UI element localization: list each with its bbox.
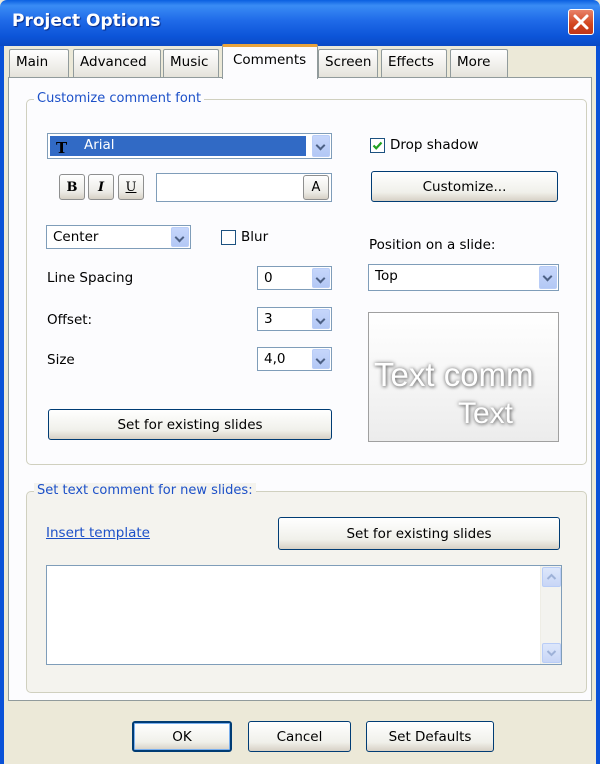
- close-button[interactable]: [568, 9, 594, 35]
- bold-button[interactable]: B: [59, 174, 85, 200]
- scroll-down-button[interactable]: [542, 643, 561, 663]
- window-title: Project Options: [12, 11, 161, 31]
- italic-label: I: [97, 179, 105, 195]
- cancel-button[interactable]: Cancel: [248, 721, 351, 752]
- window-border-right: [596, 46, 600, 764]
- drop-shadow-checkbox[interactable]: [370, 138, 385, 153]
- tab-label: Effects: [388, 54, 434, 70]
- tab-label: Advanced: [80, 54, 147, 70]
- tab-effects[interactable]: Effects: [381, 49, 447, 78]
- tab-label: Screen: [325, 54, 372, 70]
- font-group-legend: Customize comment font: [34, 91, 205, 106]
- set-text-existing-slides-button[interactable]: Set for existing slides: [278, 517, 560, 550]
- comment-textarea[interactable]: [46, 565, 562, 665]
- preview-line-1: Text comm: [374, 356, 534, 393]
- offset-select[interactable]: 3: [257, 307, 332, 331]
- underline-button[interactable]: U: [118, 174, 144, 200]
- set-font-existing-slides-button[interactable]: Set for existing slides: [48, 409, 332, 440]
- offset-value: 3: [264, 311, 273, 327]
- customize-shadow-button[interactable]: Customize...: [371, 171, 558, 202]
- set-defaults-button-label: Set Defaults: [388, 728, 472, 745]
- line-spacing-label: Line Spacing: [47, 270, 134, 286]
- italic-button[interactable]: I: [88, 174, 114, 200]
- text-comment-group-legend: Set text comment for new slides:: [34, 483, 256, 498]
- font-color-button[interactable]: A: [303, 175, 329, 200]
- close-icon: [573, 14, 589, 30]
- tab-more[interactable]: More: [450, 49, 508, 78]
- size-value: 4,0: [264, 351, 286, 367]
- tab-advanced[interactable]: Advanced: [73, 49, 161, 78]
- drop-shadow-label: Drop shadow: [390, 137, 479, 153]
- insert-template-link[interactable]: Insert template: [46, 525, 150, 541]
- tab-comments[interactable]: Comments: [222, 44, 318, 79]
- set-defaults-button[interactable]: Set Defaults: [366, 721, 494, 752]
- underline-label: U: [125, 179, 137, 195]
- chevron-down-icon[interactable]: [312, 135, 330, 157]
- position-select-value: Top: [375, 268, 398, 284]
- set-text-existing-slides-label: Set for existing slides: [346, 525, 492, 542]
- tab-label: More: [457, 54, 491, 70]
- scroll-up-button[interactable]: [542, 567, 561, 587]
- window-border-left: [0, 46, 4, 764]
- size-select[interactable]: 4,0: [257, 347, 332, 371]
- font-color-button-label: A: [311, 180, 321, 195]
- offset-label: Offset:: [47, 312, 93, 328]
- preview-line-2: Text: [458, 397, 514, 430]
- blur-label: Blur: [241, 229, 269, 245]
- alignment-select[interactable]: Center: [46, 225, 191, 249]
- chevron-down-icon[interactable]: [312, 349, 330, 369]
- font-select-value: Arial: [84, 137, 115, 153]
- tab-screen[interactable]: Screen: [318, 49, 378, 78]
- chevron-down-icon: [546, 650, 557, 657]
- blur-checkbox[interactable]: [221, 230, 236, 245]
- chevron-up-icon: [546, 573, 557, 580]
- tab-label: Main: [16, 54, 49, 70]
- ok-button-label: OK: [172, 728, 192, 745]
- position-select[interactable]: Top: [368, 264, 559, 291]
- chevron-down-icon[interactable]: [312, 309, 330, 329]
- bold-label: B: [66, 179, 78, 195]
- tab-music[interactable]: Music: [163, 49, 219, 78]
- line-spacing-value: 0: [264, 270, 273, 286]
- font-color-field[interactable]: A: [156, 173, 332, 202]
- chevron-down-icon[interactable]: [539, 266, 557, 289]
- line-spacing-select[interactable]: 0: [257, 266, 332, 290]
- ok-button[interactable]: OK: [132, 721, 232, 752]
- tab-label: Comments: [233, 52, 307, 68]
- size-label: Size: [47, 352, 75, 368]
- cancel-button-label: Cancel: [276, 728, 323, 745]
- alignment-select-value: Center: [53, 229, 99, 245]
- truetype-font-icon: T: [56, 139, 68, 155]
- customize-shadow-label: Customize...: [422, 178, 507, 195]
- set-font-existing-slides-label: Set for existing slides: [117, 416, 263, 433]
- comment-preview: Text comm Text: [368, 312, 559, 442]
- svg-text:T: T: [56, 139, 68, 155]
- tab-label: Music: [170, 54, 209, 70]
- checkmark-icon: [372, 141, 383, 150]
- chevron-down-icon[interactable]: [312, 268, 330, 288]
- position-label: Position on a slide:: [369, 237, 496, 253]
- font-select[interactable]: T Arial: [47, 133, 332, 159]
- chevron-down-icon[interactable]: [171, 227, 189, 247]
- comment-scrollbar[interactable]: [540, 566, 561, 664]
- tab-main[interactable]: Main: [9, 49, 69, 78]
